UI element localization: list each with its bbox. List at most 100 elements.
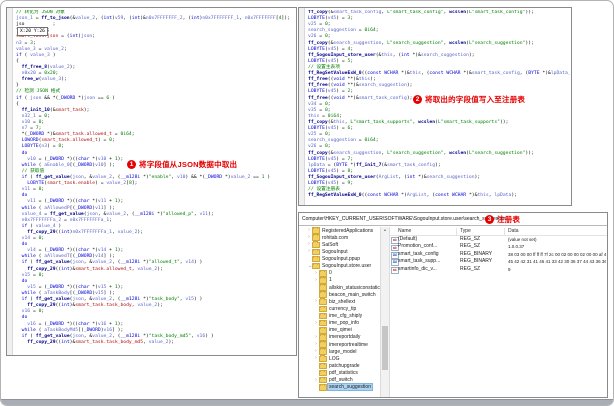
folder-icon [318,362,327,370]
value-name: Promotion_conf... [398,243,438,250]
tree-item[interactable]: › imereportdaily [299,334,380,341]
tree-item[interactable]: allskin_statusiconstatic [299,284,380,291]
tree-item[interactable]: pdf_statistics [299,369,380,377]
code-line: ff_copy_29((int)&smart_task.task_body_md… [27,339,175,345]
tree-item[interactable]: ime_cfg_shiply [299,312,380,320]
expand-icon[interactable]: › [307,228,311,233]
coords-tooltip: X:20 Y:26 [17,27,48,36]
tree-item-label: SogouInput [322,248,348,255]
tree-item-label: ime_pop_info [329,320,360,327]
tree-item[interactable]: › rohitab.com [299,234,380,241]
folder-icon [318,334,327,341]
tree-item[interactable]: › RegisteredApplications [299,227,380,234]
value-type: REG_SZ [460,265,481,272]
annotation-write-to-registry: 2 将取出的字段值写入至注册表 [413,94,525,105]
expand-icon[interactable]: › [314,342,318,347]
tree-item[interactable]: ime_qimei [299,326,380,334]
tree-item[interactable]: beacon_main_switch [299,291,380,298]
tree-item-label: patchupgrade [329,362,360,369]
tree-item[interactable]: › 1 [299,277,380,284]
bottom-edge [1,399,613,405]
expand-icon[interactable]: › [314,377,318,383]
tree-item[interactable]: › ime_pop_info [299,319,380,327]
value-name: smartinfo_dic_v... [398,265,437,272]
value-name: smart_task_supp... [398,258,441,265]
folder-icon [318,298,327,306]
expand-icon[interactable]: › [307,235,311,240]
registry-editor-panel: Computer\HKEY_CURRENT_USER\SOFTWARE\Sogo… [298,212,608,398]
value-data: 45 42 42 31 41 46 41 33 42 30 36 37 44 4… [508,259,606,265]
value-type: REG_BINARY [460,250,493,257]
expand-icon[interactable]: › [314,299,318,304]
folder-icon [311,255,320,263]
value-data: 9 [508,266,511,272]
annotation-registry: 3 注册表 [485,214,520,225]
tree-item-label: currency_tip [329,305,357,312]
tree-item[interactable]: › SogouInput [299,248,380,256]
expand-icon[interactable]: › [314,334,318,340]
folder-icon [318,355,327,363]
expand-icon[interactable]: › [314,356,318,361]
tree-item[interactable]: › LOG [299,355,380,363]
folder-icon [318,284,327,291]
column-divider[interactable] [504,228,505,235]
tree-item[interactable]: › SaiSoft [299,241,380,249]
tree-item[interactable]: › large_model [299,348,380,355]
expand-icon[interactable]: › [314,320,318,326]
tree-item[interactable]: › 0 [299,269,380,277]
tree-item-label: ime_cfg_shiply [329,313,363,320]
value-name: (Default) [398,236,418,242]
tree-item[interactable]: › SogouInput.store.user [299,262,380,270]
folder-icon [318,341,327,348]
tree-item-label: biz_shellext [329,298,356,305]
column-header-name[interactable]: Name [398,227,411,235]
folder-icon [318,305,327,313]
tree-scrollbar[interactable]: ▲ [380,227,390,397]
tree-item[interactable]: search_suggestion [299,383,380,392]
expand-icon[interactable]: › [307,242,311,247]
value-name: smart_task_config [398,250,439,257]
annotation-extract-from-json: 1 将字段值从JSON数据中取出 [127,159,237,170]
tree-item[interactable]: › pdf_switch [299,376,380,384]
collapse-icon[interactable]: › [307,264,313,268]
expand-icon[interactable]: › [307,249,311,254]
registry-address-bar[interactable]: Computer\HKEY_CURRENT_USER\SOFTWARE\Sogo… [299,213,607,226]
registry-value-row[interactable]: ab smartinfo_dic_v... REG_SZ 9 [390,265,607,274]
tree-item[interactable]: patchupgrade [299,362,380,370]
scroll-up-icon[interactable]: ▲ [381,227,389,234]
tree-item-label: RegisteredApplications [322,227,374,234]
column-header-data[interactable]: Data [508,227,519,235]
circled-number-2-icon: 2 [413,95,422,104]
circled-number-1-icon: 1 [127,160,136,169]
tree-item-label: 0 [329,270,332,277]
tree-item-label: imereportrealtime [329,341,368,348]
decompiler-panel-registry-write: ff_copy(&smart_task_config, L"smart_task… [298,7,572,206]
code-gutter [299,8,305,205]
value-data: (value not set) [508,237,537,242]
registry-value-row[interactable]: ab Promotion_conf... REG_SZ 1.0.0.37 [390,243,607,252]
folder-icon [318,348,327,355]
value-list-header: Name Type Data [390,227,607,236]
tree-item-label: ime_qimei [329,327,352,334]
tree-item-label: beacon_main_switch [329,291,376,298]
registry-body: › RegisteredApplications › rohitab.com › SaiS… [299,226,607,397]
value-type: REG_SZ [460,243,481,250]
tree-item-label: SogouInput.store.user [322,263,372,270]
tree-item[interactable]: currency_tip [299,305,380,313]
tree-item[interactable]: › biz_shellext [299,298,380,306]
tree-item[interactable]: › imereportrealtime [299,341,380,348]
registry-value-row[interactable]: ab (Default) REG_SZ (value not set) [390,236,607,244]
column-header-type[interactable]: Type [460,227,471,235]
expand-icon[interactable]: › [314,270,318,276]
tree-item[interactable]: SogouInput.ppup [299,255,380,263]
tree-item-label: 1 [329,277,332,284]
registry-value-row[interactable]: 110 smart_task_supp... REG_BINARY 45 42 42 … [390,258,607,267]
folder-icon [318,326,327,334]
registry-value-row[interactable]: 110 smart_task_config REG_BINARY 38 03 00 0… [390,250,607,259]
scrollbar-thumb[interactable] [382,325,388,370]
registry-key-tree: › RegisteredApplications › rohitab.com › SaiS… [299,227,380,397]
column-divider[interactable] [456,228,457,235]
annotation-text: 将字段值从JSON数据中取出 [139,160,238,169]
expand-icon[interactable]: › [314,349,318,354]
expand-icon[interactable]: › [314,277,318,283]
